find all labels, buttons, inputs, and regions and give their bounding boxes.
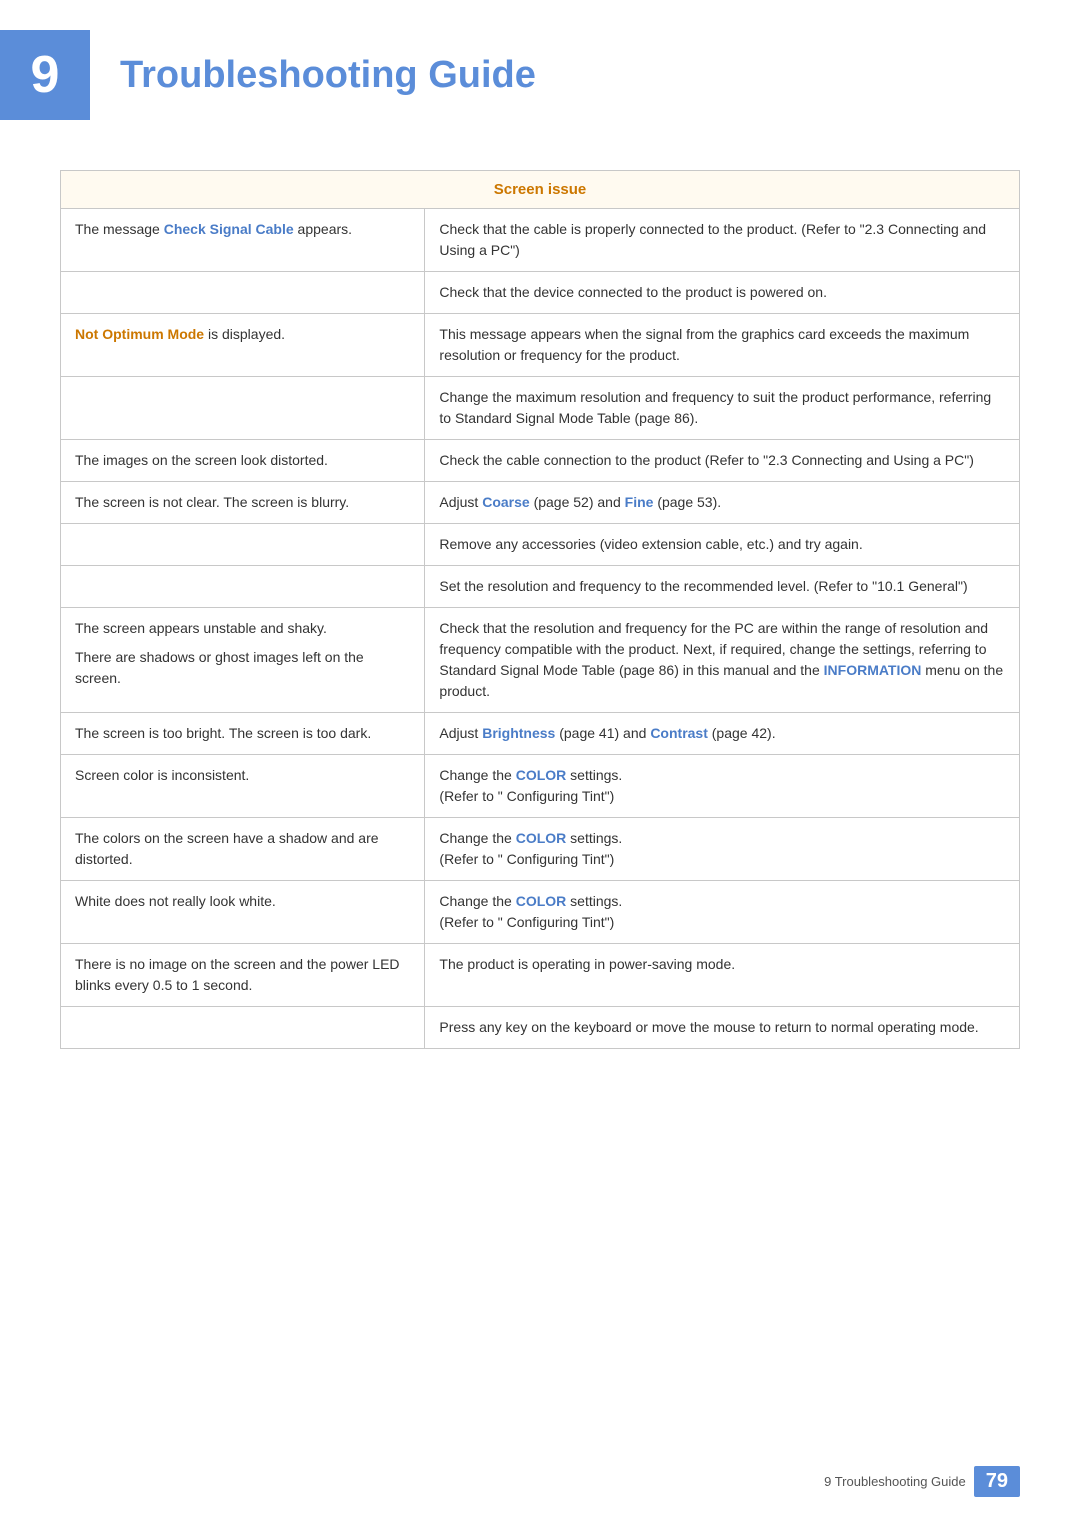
table-row: White does not really look white. Change…: [61, 881, 1020, 944]
keyword-check-signal-cable: Check Signal Cable: [164, 221, 294, 237]
problem-item: The colors on the screen have a shadow a…: [75, 828, 410, 870]
keyword-not-optimum-mode: Not Optimum Mode: [75, 326, 204, 342]
keyword-brightness: Brightness: [482, 725, 555, 741]
chapter-badge: 9: [0, 30, 90, 120]
page-header: 9 Troubleshooting Guide: [0, 0, 1080, 140]
footer-text: 9 Troubleshooting Guide: [824, 1474, 966, 1489]
solution-item: Adjust Brightness (page 41) and Contrast…: [439, 723, 1005, 744]
table-row: The colors on the screen have a shadow a…: [61, 818, 1020, 881]
problem-cell-empty: [61, 272, 425, 314]
keyword-fine: Fine: [625, 494, 654, 510]
problem-cell-empty: [61, 566, 425, 608]
problem-cell: There is no image on the screen and the …: [61, 944, 425, 1007]
problem-cell: White does not really look white.: [61, 881, 425, 944]
problem-cell-empty: [61, 377, 425, 440]
solution-item: Check that the resolution and frequency …: [439, 618, 1005, 702]
table-row: Press any key on the keyboard or move th…: [61, 1007, 1020, 1049]
page-footer: 9 Troubleshooting Guide 79: [824, 1466, 1020, 1497]
chapter-number: 9: [31, 49, 60, 101]
solution-item: Remove any accessories (video extension …: [439, 534, 1005, 555]
solution-item: (Refer to " Configuring Tint"): [439, 849, 1005, 870]
main-content: Screen issue The message Check Signal Ca…: [0, 170, 1080, 1049]
solution-cell: Change the maximum resolution and freque…: [425, 377, 1020, 440]
keyword-coarse: Coarse: [482, 494, 529, 510]
solution-item: Adjust Coarse (page 52) and Fine (page 5…: [439, 492, 1005, 513]
solution-cell: Change the COLOR settings. (Refer to " C…: [425, 755, 1020, 818]
problem-cell-empty: [61, 524, 425, 566]
solution-cell: Check the cable connection to the produc…: [425, 440, 1020, 482]
solution-item: Change the COLOR settings.: [439, 891, 1005, 912]
problem-cell: The screen appears unstable and shaky. T…: [61, 608, 425, 713]
solution-item: Set the resolution and frequency to the …: [439, 576, 1005, 597]
solution-cell: Adjust Coarse (page 52) and Fine (page 5…: [425, 482, 1020, 524]
table-section-header: Screen issue: [61, 171, 1020, 209]
problem-cell: The screen is too bright. The screen is …: [61, 713, 425, 755]
problem-cell-empty: [61, 1007, 425, 1049]
page-number: 79: [974, 1466, 1020, 1497]
table-row: Change the maximum resolution and freque…: [61, 377, 1020, 440]
problem-cell: Screen color is inconsistent.: [61, 755, 425, 818]
table-row: The screen is not clear. The screen is b…: [61, 482, 1020, 524]
problem-cell: The message Check Signal Cable appears.: [61, 209, 425, 272]
keyword-contrast: Contrast: [650, 725, 708, 741]
page-title: Troubleshooting Guide: [120, 54, 536, 97]
problem-cell: Not Optimum Mode is displayed.: [61, 314, 425, 377]
problem-item: The screen appears unstable and shaky.: [75, 618, 410, 639]
solution-item: Change the COLOR settings.: [439, 765, 1005, 786]
table-row: There is no image on the screen and the …: [61, 944, 1020, 1007]
solution-cell: Check that the cable is properly connect…: [425, 209, 1020, 272]
solution-cell: Check that the resolution and frequency …: [425, 608, 1020, 713]
solution-item: Check that the cable is properly connect…: [439, 219, 1005, 261]
problem-item: There are shadows or ghost images left o…: [75, 647, 410, 689]
table-row: Check that the device connected to the p…: [61, 272, 1020, 314]
solution-cell: Adjust Brightness (page 41) and Contrast…: [425, 713, 1020, 755]
table-row: The screen is too bright. The screen is …: [61, 713, 1020, 755]
problem-cell: The screen is not clear. The screen is b…: [61, 482, 425, 524]
keyword-color-3: COLOR: [516, 893, 567, 909]
solution-cell: The product is operating in power-saving…: [425, 944, 1020, 1007]
solution-item: Change the COLOR settings.: [439, 828, 1005, 849]
solution-item: (Refer to " Configuring Tint"): [439, 912, 1005, 933]
table-row: Screen color is inconsistent. Change the…: [61, 755, 1020, 818]
solution-cell: Press any key on the keyboard or move th…: [425, 1007, 1020, 1049]
solution-cell: This message appears when the signal fro…: [425, 314, 1020, 377]
solution-item: This message appears when the signal fro…: [439, 324, 1005, 366]
table-row: Remove any accessories (video extension …: [61, 524, 1020, 566]
keyword-color-1: COLOR: [516, 767, 567, 783]
solution-item: Change the maximum resolution and freque…: [439, 387, 1005, 429]
solution-item: (Refer to " Configuring Tint"): [439, 786, 1005, 807]
solution-cell: Change the COLOR settings. (Refer to " C…: [425, 881, 1020, 944]
solution-cell: Check that the device connected to the p…: [425, 272, 1020, 314]
guide-table: Screen issue The message Check Signal Ca…: [60, 170, 1020, 1049]
keyword-information: INFORMATION: [824, 662, 922, 678]
table-row: The message Check Signal Cable appears. …: [61, 209, 1020, 272]
table-row: The screen appears unstable and shaky. T…: [61, 608, 1020, 713]
solution-item: Check that the device connected to the p…: [439, 282, 1005, 303]
solution-cell: Set the resolution and frequency to the …: [425, 566, 1020, 608]
table-row: The images on the screen look distorted.…: [61, 440, 1020, 482]
solution-item: Check the cable connection to the produc…: [439, 450, 1005, 471]
table-row: Set the resolution and frequency to the …: [61, 566, 1020, 608]
problem-cell: The images on the screen look distorted.: [61, 440, 425, 482]
solution-item: Press any key on the keyboard or move th…: [439, 1017, 1005, 1038]
problem-cell: The colors on the screen have a shadow a…: [61, 818, 425, 881]
solution-item: The product is operating in power-saving…: [439, 954, 1005, 975]
solution-cell: Remove any accessories (video extension …: [425, 524, 1020, 566]
table-row: Not Optimum Mode is displayed. This mess…: [61, 314, 1020, 377]
keyword-color-2: COLOR: [516, 830, 567, 846]
solution-cell: Change the COLOR settings. (Refer to " C…: [425, 818, 1020, 881]
